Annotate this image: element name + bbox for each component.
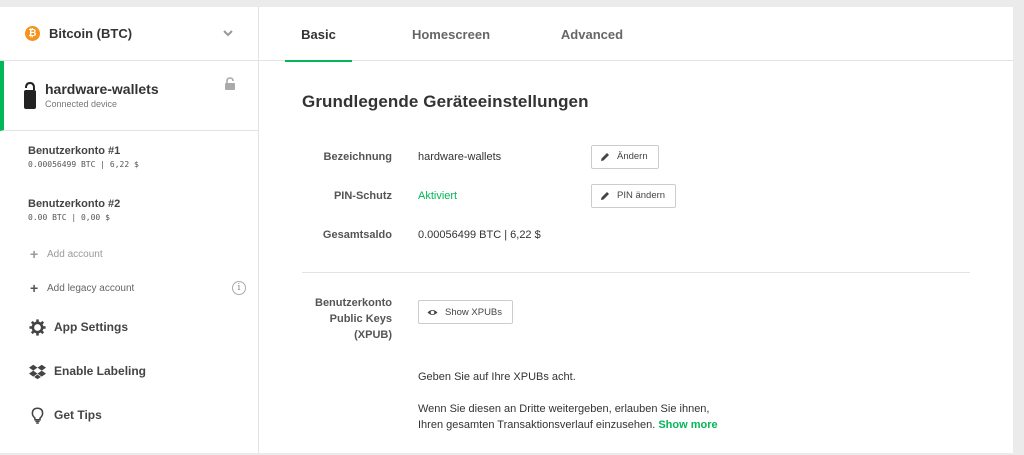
main-panel: Basic Homescreen Advanced Grundlegende G… bbox=[259, 7, 1013, 453]
account-name: Benutzerkonto #2 bbox=[28, 198, 121, 210]
account-balance: 0.00056499 BTC | 6,22 $ bbox=[28, 160, 139, 169]
label-row: Bezeichnung hardware-wallets Ändern bbox=[302, 137, 1013, 176]
button-label: PIN ändern bbox=[617, 190, 666, 201]
show-more-link[interactable]: Show more bbox=[658, 419, 717, 431]
account-name: Benutzerkonto #1 bbox=[28, 145, 121, 157]
xpub-explanation: Wenn Sie diesen an Dritte weitergeben, e… bbox=[418, 401, 718, 433]
row-label: Bezeichnung bbox=[323, 150, 392, 163]
dropbox-icon bbox=[29, 364, 46, 379]
page-title: Grundlegende Geräteeinstellungen bbox=[302, 92, 589, 111]
xpub-explanation-line: Wenn Sie diesen an Dritte weitergeben, e… bbox=[418, 403, 710, 415]
xpub-label-line: (XPUB) bbox=[354, 329, 392, 341]
show-xpubs-button[interactable]: Show XPUBs bbox=[418, 300, 514, 324]
tab-basic[interactable]: Basic bbox=[285, 7, 352, 62]
settings-rows: Bezeichnung hardware-wallets Ändern PIN-… bbox=[302, 137, 1013, 254]
total-balance-value: 0.00056499 BTC | 6,22 $ bbox=[418, 228, 541, 241]
xpub-label-line: Benutzerkonto bbox=[315, 297, 392, 309]
account-item-1[interactable]: Benutzerkonto #1 0.00056499 BTC | 6,22 $ bbox=[0, 131, 258, 184]
pin-status-value: Aktiviert bbox=[418, 189, 458, 202]
tab-bar: Basic Homescreen Advanced bbox=[259, 7, 1013, 62]
xpub-warning: Geben Sie auf Ihre XPUBs acht. bbox=[418, 371, 576, 383]
sidebar: ₿ Bitcoin (BTC) hardware-wallets Connect… bbox=[0, 7, 259, 453]
add-legacy-account-link[interactable]: + Add legacy account i bbox=[0, 271, 258, 305]
account-item-2[interactable]: Benutzerkonto #2 0.00 BTC | 0,00 $ bbox=[0, 184, 258, 237]
xpub-explanation-text: Ihren gesamten Transaktionsverlauf einzu… bbox=[418, 419, 656, 431]
add-account-link[interactable]: + Add account bbox=[0, 237, 258, 271]
eye-icon bbox=[427, 309, 438, 315]
gear-icon bbox=[29, 318, 46, 336]
pin-row: PIN-Schutz Aktiviert PIN ändern bbox=[302, 176, 1013, 215]
xpub-label: Benutzerkonto Public Keys (XPUB) bbox=[302, 295, 392, 343]
add-account-label: Add account bbox=[47, 248, 103, 260]
xpub-label-line: Public Keys bbox=[329, 313, 392, 325]
menu-item-label: Enable Labeling bbox=[54, 364, 147, 378]
lightbulb-icon bbox=[31, 407, 44, 424]
add-legacy-account-label: Add legacy account bbox=[47, 282, 135, 294]
button-label: Show XPUBs bbox=[445, 306, 503, 318]
device-status: Connected device bbox=[45, 99, 118, 109]
change-label-button[interactable]: Ändern bbox=[591, 144, 659, 169]
trezor-device-icon bbox=[24, 81, 36, 109]
plus-icon: + bbox=[30, 246, 39, 262]
unlock-icon[interactable] bbox=[224, 77, 236, 91]
bitcoin-icon: ₿ bbox=[25, 26, 40, 41]
coin-selector[interactable]: ₿ Bitcoin (BTC) bbox=[0, 7, 258, 61]
device-label-value: hardware-wallets bbox=[418, 150, 502, 163]
chevron-down-icon[interactable] bbox=[222, 27, 234, 39]
settings-content: Grundlegende Geräteeinstellungen Bezeich… bbox=[259, 92, 1013, 455]
info-icon[interactable]: i bbox=[232, 281, 246, 295]
row-label: PIN-Schutz bbox=[333, 189, 392, 202]
pencil-icon bbox=[601, 152, 609, 161]
device-card[interactable]: hardware-wallets Connected device bbox=[0, 61, 258, 131]
menu-item-enable-labeling[interactable]: Enable Labeling bbox=[0, 349, 258, 393]
divider bbox=[302, 272, 970, 273]
row-label: Gesamtsaldo bbox=[322, 228, 392, 241]
app-window: ₿ Bitcoin (BTC) hardware-wallets Connect… bbox=[0, 7, 1013, 453]
menu-item-label: App Settings bbox=[54, 320, 128, 334]
plus-icon: + bbox=[30, 280, 39, 296]
menu-item-label: Get Tips bbox=[54, 408, 102, 422]
menu-item-app-settings[interactable]: App Settings bbox=[0, 305, 258, 349]
tab-homescreen[interactable]: Homescreen bbox=[375, 7, 527, 61]
balance-row: Gesamtsaldo 0.00056499 BTC | 6,22 $ bbox=[302, 215, 1013, 254]
change-pin-button[interactable]: PIN ändern bbox=[591, 183, 677, 208]
coin-label: Bitcoin (BTC) bbox=[49, 26, 133, 41]
device-name: hardware-wallets bbox=[45, 81, 159, 97]
xpub-explanation-line: Ihren gesamten Transaktionsverlauf einzu… bbox=[418, 417, 718, 433]
button-label: Ändern bbox=[617, 151, 648, 162]
tab-advanced[interactable]: Advanced bbox=[536, 7, 648, 61]
pencil-icon bbox=[601, 191, 609, 200]
menu-item-get-tips[interactable]: Get Tips bbox=[0, 393, 258, 437]
xpub-section: Benutzerkonto Public Keys (XPUB) Show XP… bbox=[302, 295, 1013, 455]
account-balance: 0.00 BTC | 0,00 $ bbox=[28, 213, 110, 222]
